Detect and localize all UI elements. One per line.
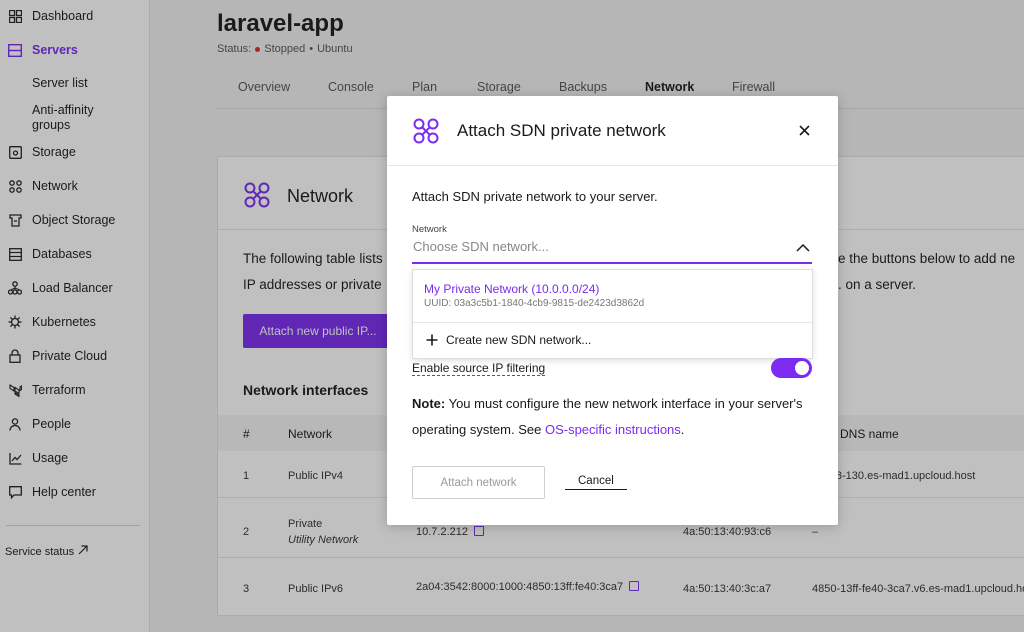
network-field-label: Network bbox=[412, 224, 447, 235]
create-sdn-network-label: Create new SDN network... bbox=[446, 333, 592, 347]
toggle-knob bbox=[795, 361, 809, 375]
note-end: . bbox=[680, 422, 685, 437]
create-sdn-network-option[interactable]: Create new SDN network... bbox=[426, 333, 591, 347]
close-icon[interactable] bbox=[796, 122, 812, 138]
configuration-note: Note: You must configure the new network… bbox=[412, 391, 812, 443]
option-name: My Private Network (10.0.0.0/24) bbox=[424, 282, 600, 296]
option-uuid: UUID: 03a3c5b1-1840-4cb9-9815-de2423d386… bbox=[424, 298, 645, 309]
chevron-up-icon bbox=[796, 240, 810, 255]
note-label: Note: bbox=[412, 396, 446, 411]
dropdown-divider bbox=[413, 322, 812, 323]
modal-title: Attach SDN private network bbox=[457, 121, 666, 140]
modal-description: Attach SDN private network to your serve… bbox=[412, 189, 658, 204]
cancel-button[interactable]: Cancel bbox=[565, 475, 627, 490]
source-ip-filtering-label: Enable source IP filtering bbox=[412, 361, 546, 376]
source-ip-filtering-toggle[interactable] bbox=[771, 358, 812, 378]
attach-sdn-modal: Attach SDN private network Attach SDN pr… bbox=[387, 96, 838, 525]
os-instructions-link[interactable]: OS-specific instructions bbox=[545, 422, 681, 437]
network-select[interactable]: Choose SDN network... bbox=[412, 236, 812, 264]
network-icon bbox=[412, 117, 440, 148]
plus-icon bbox=[426, 334, 438, 346]
attach-network-button[interactable]: Attach network bbox=[412, 466, 545, 499]
modal-header: Attach SDN private network bbox=[387, 96, 838, 166]
network-select-placeholder: Choose SDN network... bbox=[413, 239, 549, 254]
network-dropdown-menu: My Private Network (10.0.0.0/24) UUID: 0… bbox=[412, 269, 813, 359]
